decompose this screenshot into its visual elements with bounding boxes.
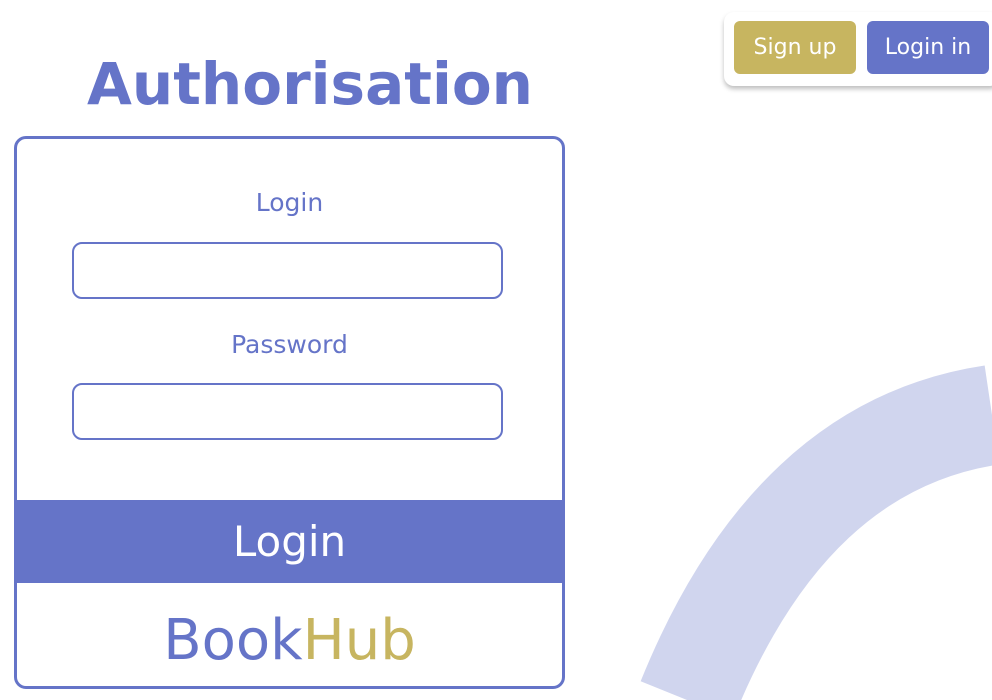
header-actions: Sign up Login in (724, 12, 992, 86)
sign-up-button[interactable]: Sign up (734, 21, 856, 74)
login-field-label: Login (255, 188, 324, 217)
login-submit-button[interactable]: Login (17, 500, 562, 583)
logo-text-hub: Hub (302, 608, 416, 673)
login-input[interactable] (72, 242, 503, 299)
password-field-label: Password (231, 330, 348, 359)
page-title: Authorisation (87, 50, 533, 118)
bookhub-logo: BookHub (17, 609, 562, 673)
login-in-button[interactable]: Login in (867, 21, 989, 74)
password-input[interactable] (72, 383, 503, 440)
auth-form-card: Login Password Login BookHub (14, 136, 565, 689)
logo-text-book: Book (163, 608, 303, 673)
auth-page: Sign up Login in Authorisation Login Pas… (0, 0, 992, 700)
